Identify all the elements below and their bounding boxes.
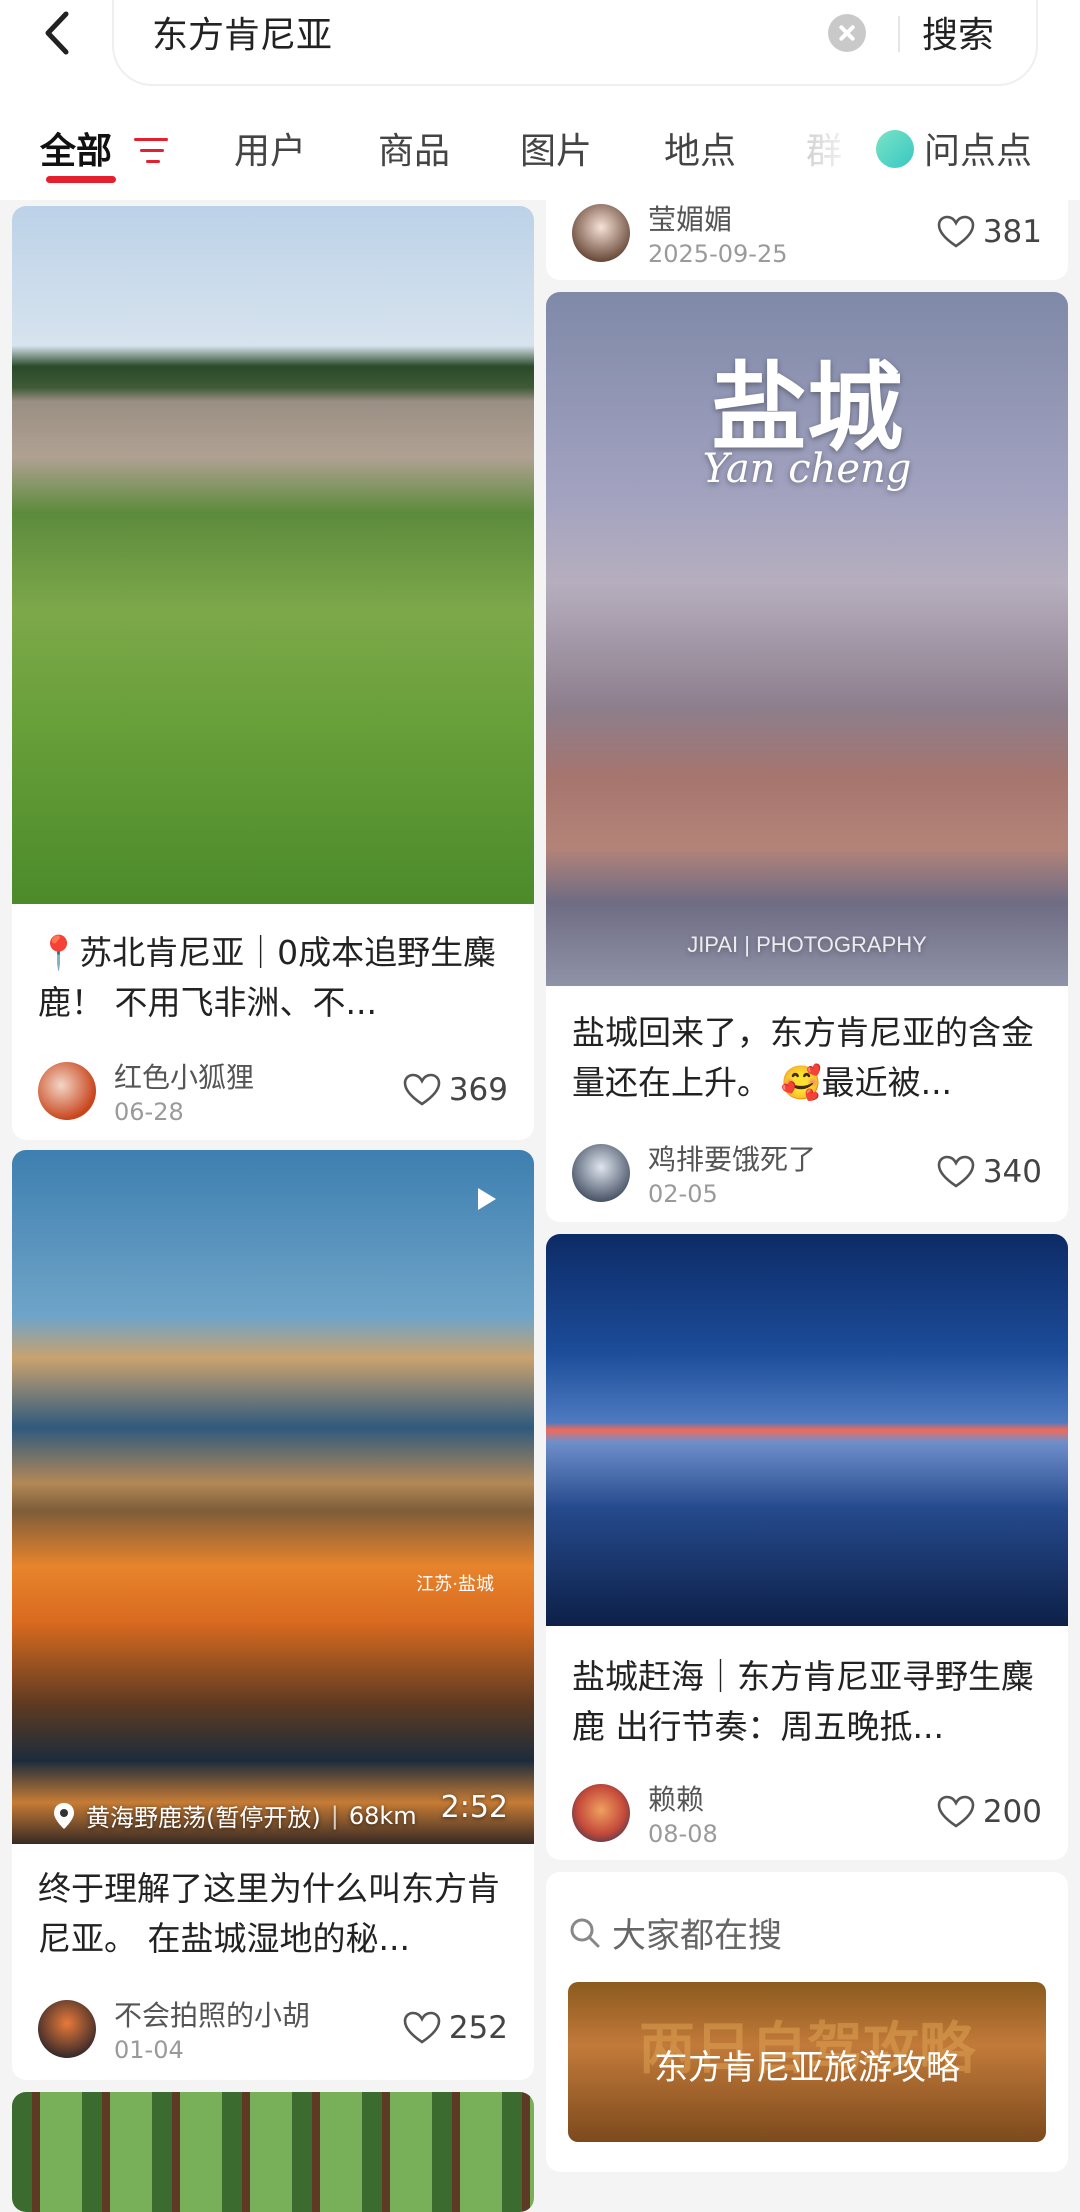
heart-icon (403, 1073, 441, 1106)
like-count: 200 (982, 1794, 1042, 1830)
video-duration: 2:52 (440, 1790, 508, 1825)
like-count: 369 (448, 1072, 508, 1108)
like-button[interactable]: 200 (937, 1794, 1042, 1830)
deer-grassland-image (12, 206, 534, 904)
tab-goods[interactable]: 商品 (378, 122, 450, 174)
post-date: 2025-09-25 (648, 240, 788, 268)
suggest-item-label: 东方肯尼亚旅游攻略 (654, 2048, 960, 2088)
like-button[interactable]: 369 (403, 1072, 508, 1108)
wetland-collage-image (12, 1150, 534, 1844)
note-card[interactable]: 📍苏北肯尼亚｜0成本追野生麋鹿！ 不用飞非洲、不... 红色小狐狸 06-28 … (12, 206, 534, 1140)
location-distance: 68km (348, 1801, 417, 1830)
avatar[interactable] (572, 1784, 630, 1842)
heart-icon (403, 2011, 441, 2044)
filter-icon[interactable] (134, 136, 170, 166)
author-name[interactable]: 赖赖 (648, 1778, 704, 1818)
search-suggest-card: 大家都在搜 两日自驾攻略 东方肯尼亚旅游攻略 (546, 1872, 1068, 2172)
like-button[interactable]: 381 (937, 214, 1042, 250)
post-date: 08-08 (648, 1820, 718, 1848)
note-title: 盐城回来了，东方肯尼亚的含金量还在上升。 🥰最近被... (572, 1013, 1034, 1102)
tab-fade (780, 96, 860, 196)
note-title: 盐城赶海｜东方肯尼亚寻野生麋鹿 出行节奏：周五晚抵... (572, 1657, 1034, 1746)
heart-icon (937, 215, 975, 248)
search-input[interactable]: 东方肯尼亚 (152, 6, 332, 58)
like-button[interactable]: 340 (937, 1154, 1042, 1190)
category-tabs: 全部 用户 商品 图片 地点 群 问点点 (0, 96, 1080, 200)
search-icon (570, 1918, 600, 1947)
suggest-item[interactable]: 两日自驾攻略 东方肯尼亚旅游攻略 (568, 1982, 1046, 2142)
author-name[interactable]: 不会拍照的小胡 (114, 1994, 310, 2034)
play-icon (478, 1188, 496, 1210)
clear-icon[interactable] (828, 14, 866, 52)
heart-icon (937, 1795, 975, 1828)
forest-image (12, 2092, 534, 2212)
note-card[interactable] (12, 2092, 534, 2212)
avatar[interactable] (38, 1062, 96, 1120)
top-bar: 东方肯尼亚 搜索 (0, 0, 1080, 96)
avatar[interactable] (572, 1144, 630, 1202)
heart-icon (937, 1155, 975, 1188)
avatar[interactable] (572, 204, 630, 262)
tab-ask[interactable]: 问点点 (924, 122, 1032, 174)
post-date: 06-28 (114, 1098, 184, 1126)
image-subtitle: Yan cheng (702, 446, 912, 492)
author-name[interactable]: 红色小狐狸 (114, 1056, 254, 1096)
location-separator: | (330, 1801, 339, 1830)
active-tab-indicator (46, 176, 116, 183)
note-title: 终于理解了这里为什么叫东方肯尼亚。 在盐城湿地的秘... (38, 1869, 500, 1958)
post-date: 01-04 (114, 2036, 184, 2064)
note-card[interactable]: 盐城赶海｜东方肯尼亚寻野生麋鹿 出行节奏：周五晚抵... 赖赖 08-08 20… (546, 1234, 1068, 1860)
location-name: 黄海野鹿荡(暂停开放) (86, 1804, 321, 1832)
author-name[interactable]: 莹媚媚 (648, 198, 732, 238)
avatar[interactable] (38, 2000, 96, 2058)
tab-places[interactable]: 地点 (664, 122, 736, 174)
note-card[interactable]: 莹媚媚 2025-09-25 381 (546, 190, 1068, 280)
tab-all[interactable]: 全部 (40, 122, 112, 174)
tab-images[interactable]: 图片 (520, 122, 592, 174)
suggest-heading: 大家都在搜 (568, 1908, 782, 1957)
location-pin-icon (54, 1802, 74, 1829)
search-button[interactable]: 搜索 (922, 6, 994, 58)
author-name[interactable]: 鸡排要饿死了 (648, 1138, 816, 1178)
note-card[interactable]: 盐城 Yan cheng JIPAI | PHOTOGRAPHY 盐城回来了，东… (546, 292, 1068, 1222)
ask-icon (876, 130, 914, 168)
image-location-tag: 江苏·盐城 (416, 1574, 494, 1595)
like-count: 381 (982, 214, 1042, 250)
location-bar[interactable]: 黄海野鹿荡(暂停开放) | 68km (52, 1798, 417, 1833)
note-title: 📍苏北肯尼亚｜0成本追野生麋鹿！ 不用飞非洲、不... (38, 933, 497, 1022)
divider (898, 16, 900, 52)
search-bar[interactable]: 东方肯尼亚 搜索 (112, 0, 1038, 86)
image-footer: JIPAI | PHOTOGRAPHY (687, 932, 927, 957)
tab-users[interactable]: 用户 (234, 122, 306, 174)
video-note-card[interactable]: 江苏·盐城 黄海野鹿荡(暂停开放) | 68km 2:52 终于理解了这里为什么… (12, 1150, 534, 2080)
sea-dusk-image (546, 1234, 1068, 1626)
suggest-heading-text: 大家都在搜 (612, 1916, 782, 1956)
like-count: 340 (982, 1154, 1042, 1190)
like-button[interactable]: 252 (403, 2010, 508, 2046)
like-count: 252 (448, 2010, 508, 2046)
post-date: 02-05 (648, 1180, 718, 1208)
back-arrow-icon[interactable] (38, 8, 78, 58)
